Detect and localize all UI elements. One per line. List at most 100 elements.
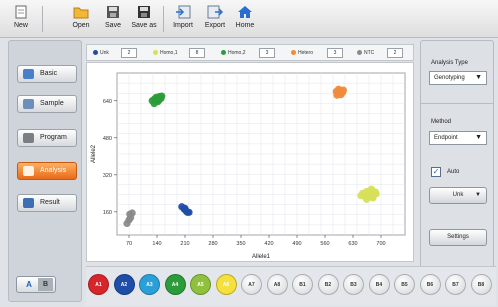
ab-toggle-b[interactable]: B — [38, 278, 53, 291]
well-button[interactable]: A2 — [113, 274, 135, 295]
genotype-legend: Unk 2 Homo,1 8 Homo,2 3 Hetero 3 NTC 2 — [86, 44, 414, 61]
analysis-type-select[interactable]: Genotyping ▼ — [429, 71, 487, 85]
analysis-type-value: Genotyping — [434, 75, 465, 81]
well-button[interactable]: A8 — [266, 274, 288, 295]
home-icon — [237, 5, 253, 19]
well-button[interactable]: B4 — [368, 274, 390, 295]
import-button[interactable]: Import — [166, 3, 200, 35]
data-point — [359, 189, 367, 197]
well-button[interactable]: B5 — [394, 274, 415, 295]
auto-label: Auto — [447, 169, 460, 175]
legend-label: Hetero — [298, 50, 314, 56]
folder-icon — [73, 5, 89, 19]
data-point — [339, 86, 347, 94]
nav-result-label: Result — [40, 199, 60, 206]
legend-item-hetero: Hetero 3 — [291, 48, 343, 58]
well-button[interactable]: B3 — [343, 274, 364, 295]
legend-label: NTC — [364, 50, 375, 56]
nav-analysis-button[interactable]: Analysis — [17, 162, 77, 180]
nav-basic-button[interactable]: Basic — [17, 65, 77, 83]
data-point — [372, 190, 380, 198]
ab-toggle[interactable]: A B — [16, 276, 56, 293]
analysis-icon — [23, 166, 34, 176]
well-button[interactable]: A1 — [88, 274, 109, 295]
legend-count: 8 — [189, 48, 205, 58]
nav-result-button[interactable]: Result — [17, 194, 77, 212]
x-tick-label: 490 — [292, 241, 301, 247]
method-value: Endpoint — [434, 135, 458, 141]
well-button[interactable]: A4 — [164, 274, 186, 295]
import-icon — [175, 5, 191, 19]
nav-sample-button[interactable]: Sample — [17, 95, 77, 113]
toolbar: New Open Save Save as Import Export Home — [0, 0, 498, 38]
nav-sample-label: Sample — [40, 100, 64, 107]
x-tick-label: 140 — [152, 241, 161, 247]
export-button[interactable]: Export — [198, 3, 232, 35]
well-button[interactable]: B8 — [470, 274, 492, 295]
well-button[interactable]: A6 — [215, 274, 237, 295]
legend-item-homo1: Homo,1 8 — [153, 48, 205, 58]
well-button[interactable]: B2 — [317, 274, 339, 295]
well-button[interactable]: A5 — [190, 274, 211, 295]
y-axis-label: Allele2 — [91, 144, 97, 163]
new-button[interactable]: New — [4, 3, 38, 35]
legend-label: Homo,1 — [160, 50, 178, 56]
nav-program-button[interactable]: Program — [17, 129, 77, 147]
result-icon — [23, 198, 34, 208]
left-nav-panel: Basic Sample Program Analysis Result — [8, 40, 82, 302]
x-tick-label: 420 — [264, 241, 273, 247]
open-label: Open — [72, 22, 90, 29]
home-label: Home — [235, 22, 255, 29]
sample-icon — [23, 99, 34, 109]
toolbar-separator — [163, 6, 164, 32]
chevron-down-icon: ▼ — [475, 134, 482, 141]
legend-dot — [153, 50, 158, 56]
chevron-down-icon: ▼ — [475, 192, 481, 198]
legend-dot — [93, 50, 98, 56]
home-button[interactable]: Home — [228, 3, 262, 35]
unk-button-label: Unk — [452, 192, 464, 198]
x-tick-label: 350 — [236, 241, 245, 247]
toolbar-separator — [42, 6, 43, 32]
well-button[interactable]: A3 — [139, 274, 160, 295]
allele-scatter-plot-area: 70 140 210 280 350 420 490 560 630 700 160 320 480 64… — [86, 62, 414, 262]
analysis-type-label: Analysis Type — [431, 60, 468, 66]
nav-analysis-label: Analysis — [40, 167, 67, 174]
data-point — [363, 195, 371, 203]
legend-dot — [291, 50, 296, 56]
well-button[interactable]: A7 — [241, 274, 262, 295]
well-button[interactable]: B6 — [419, 274, 441, 295]
well-button[interactable]: B7 — [445, 274, 466, 295]
y-tick-label: 160 — [103, 210, 112, 216]
well-button[interactable]: B1 — [292, 274, 313, 295]
ab-toggle-a[interactable]: A — [20, 277, 38, 292]
auto-checkbox[interactable]: ✓ — [431, 167, 441, 177]
save-as-label: Save as — [131, 22, 157, 29]
export-icon — [207, 5, 224, 19]
basic-icon — [23, 69, 34, 79]
save-disk-icon — [105, 5, 121, 19]
save-as-disk-icon — [136, 5, 152, 19]
x-tick-label: 280 — [208, 241, 217, 247]
data-point — [150, 99, 158, 108]
save-button[interactable]: Save — [96, 3, 130, 35]
import-label: Import — [173, 22, 193, 29]
method-select[interactable]: Endpoint ▼ — [429, 131, 487, 145]
settings-button[interactable]: Settings — [429, 229, 487, 246]
legend-count: 3 — [327, 48, 343, 58]
open-button[interactable]: Open — [64, 3, 98, 35]
unk-dropdown-button[interactable]: Unk ▼ — [429, 187, 487, 204]
nav-basic-label: Basic — [40, 70, 58, 77]
save-as-button[interactable]: Save as — [127, 3, 161, 35]
allele-scatter-plot[interactable]: 70 140 210 280 350 420 490 560 630 700 160 320 480 64… — [87, 63, 415, 263]
x-tick-label: 700 — [376, 241, 385, 247]
legend-count: 2 — [121, 48, 137, 58]
well-selector-bar: A1 A2 A3 A4 A5 A6 A7 A8 B1 B2 B3 B4 B5 B6 B7 B8 — [86, 266, 496, 306]
y-tick-label: 640 — [103, 99, 112, 105]
nav-program-label: Program — [40, 134, 67, 141]
legend-count: 2 — [387, 48, 403, 58]
export-label: Export — [204, 22, 226, 29]
x-tick-label: 630 — [348, 241, 357, 247]
legend-dot — [221, 50, 226, 56]
data-point — [128, 209, 136, 217]
